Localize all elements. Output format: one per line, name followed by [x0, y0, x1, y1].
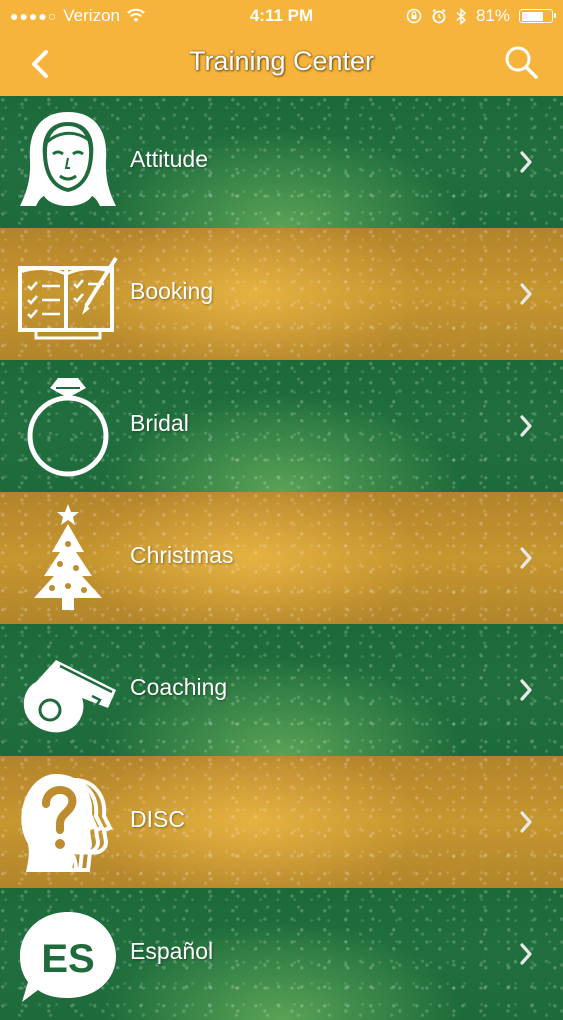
list-item-booking[interactable]: Booking — [0, 228, 563, 360]
search-icon — [505, 46, 538, 79]
battery-level — [521, 11, 544, 21]
chevron-right-icon — [520, 283, 532, 305]
chevron-right-icon — [520, 679, 532, 701]
training-topic-list: Attitude Booking Bridal Christmas Coachi… — [0, 96, 563, 1020]
list-item-label: Attitude — [130, 146, 208, 172]
page-title: Training Center — [188, 46, 375, 76]
chevron-right-icon — [520, 151, 532, 173]
status-bar: ●●●●○ Verizon 4:11 PM 81% — [0, 0, 563, 32]
search-button[interactable] — [501, 42, 541, 82]
status-right: 81% — [406, 6, 556, 26]
list-item-label: Bridal — [130, 410, 189, 436]
diamond-ring-icon — [27, 378, 109, 477]
battery-icon — [519, 9, 556, 23]
whistle-icon — [23, 660, 116, 733]
battery-percent: 81% — [475, 6, 510, 25]
navigation-bar: Training Center — [0, 32, 563, 96]
bluetooth-icon — [456, 7, 467, 25]
list-item-label: Booking — [130, 278, 214, 304]
chevron-right-icon — [520, 943, 532, 965]
alarm-clock-icon — [432, 8, 446, 24]
open-book-icon — [18, 256, 118, 340]
list-item-coaching[interactable]: Coaching — [0, 624, 563, 756]
woman-face-icon — [20, 112, 116, 206]
list-item-label: Coaching — [130, 674, 228, 700]
list-item-label: Christmas — [130, 542, 234, 568]
rotation-lock-icon — [406, 8, 422, 24]
christmas-tree-icon — [34, 504, 102, 610]
head-question-icon — [21, 774, 113, 872]
list-item-disc[interactable]: DISC — [0, 756, 563, 888]
chevron-right-icon — [520, 415, 532, 437]
list-item-label: Español — [130, 938, 214, 964]
chevron-right-icon — [520, 547, 532, 569]
svg-text:ES: ES — [41, 937, 94, 981]
list-item-attitude[interactable]: Attitude — [0, 96, 563, 228]
list-item-label: DISC — [130, 806, 185, 832]
list-item-bridal[interactable]: Bridal — [0, 360, 563, 492]
list-item-christmas[interactable]: Christmas — [0, 492, 563, 624]
list-item-espanol[interactable]: ES Español — [0, 888, 563, 1020]
chevron-right-icon — [520, 811, 532, 833]
es-speech-bubble-icon: ES — [20, 912, 116, 1002]
